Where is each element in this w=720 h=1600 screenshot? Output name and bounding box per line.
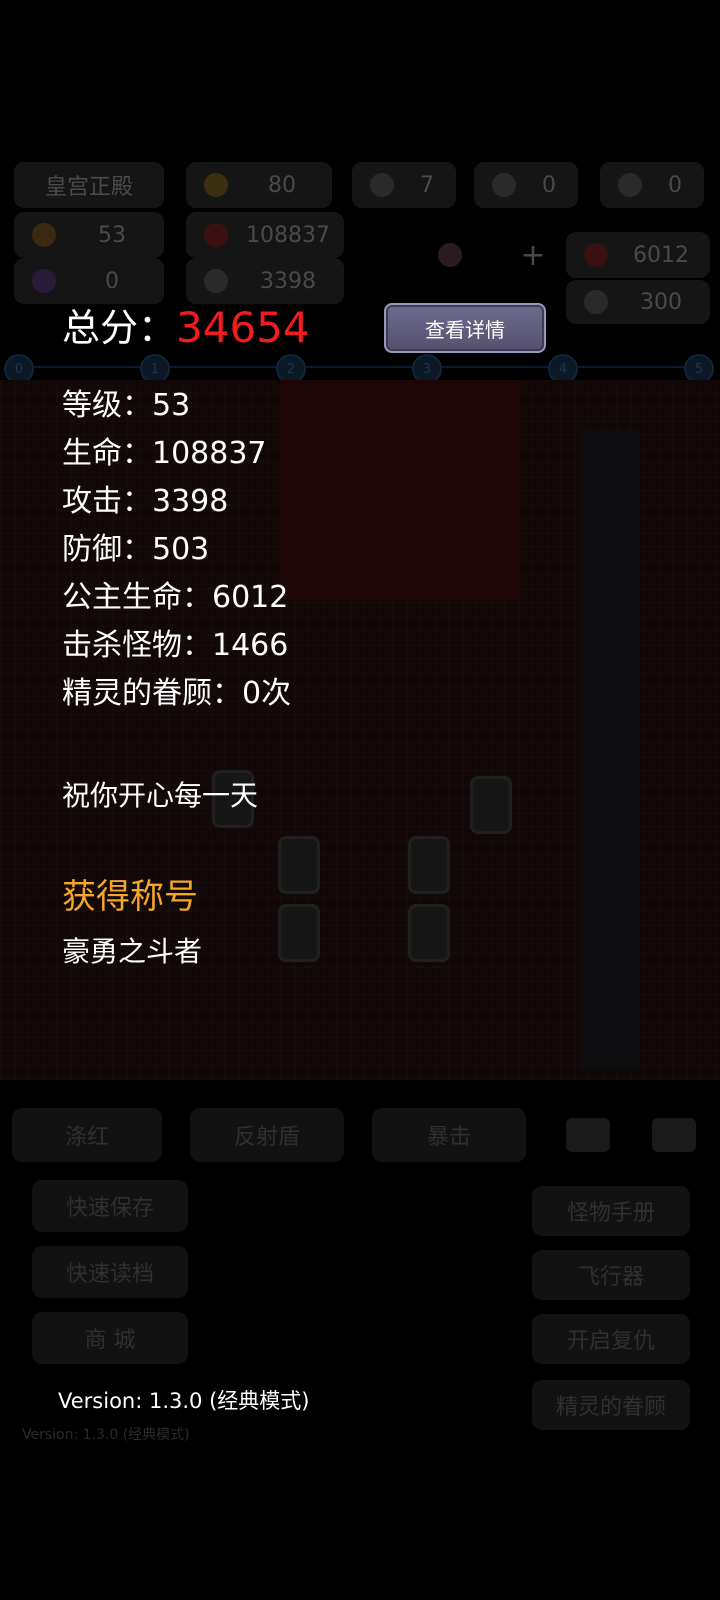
score-label: 总分： (62, 306, 177, 350)
stat-attack: 攻击：3398 (62, 484, 229, 519)
greeting-text: 祝你开心每一天 (62, 779, 259, 812)
stat-princess-hp: 公主生命：6012 (62, 580, 289, 615)
result-overlay: 总分： 34654 查看详情 等级：53 生命：108837 攻击：3398 防… (0, 0, 720, 1600)
total-score: 总分： 34654 (62, 298, 310, 358)
score-value: 34654 (176, 303, 310, 352)
stat-level: 等级：53 (62, 388, 191, 423)
stat-hp: 生命：108837 (62, 436, 267, 471)
stat-fairy-favor: 精灵的眷顾：0次 (62, 676, 292, 711)
version-text: Version: 1.3.0 (经典模式) (58, 1389, 310, 1413)
earned-title: 豪勇之斗者 (62, 935, 203, 968)
view-details-button[interactable]: 查看详情 (384, 303, 546, 353)
stats-list: 等级：53 生命：108837 攻击：3398 防御：503 公主生命：6012… (62, 382, 291, 718)
stat-defense: 防御：503 (62, 532, 210, 567)
title-heading: 获得称号 (62, 877, 198, 917)
view-details-label: 查看详情 (425, 317, 505, 342)
stat-kills: 击杀怪物：1466 (62, 628, 289, 663)
